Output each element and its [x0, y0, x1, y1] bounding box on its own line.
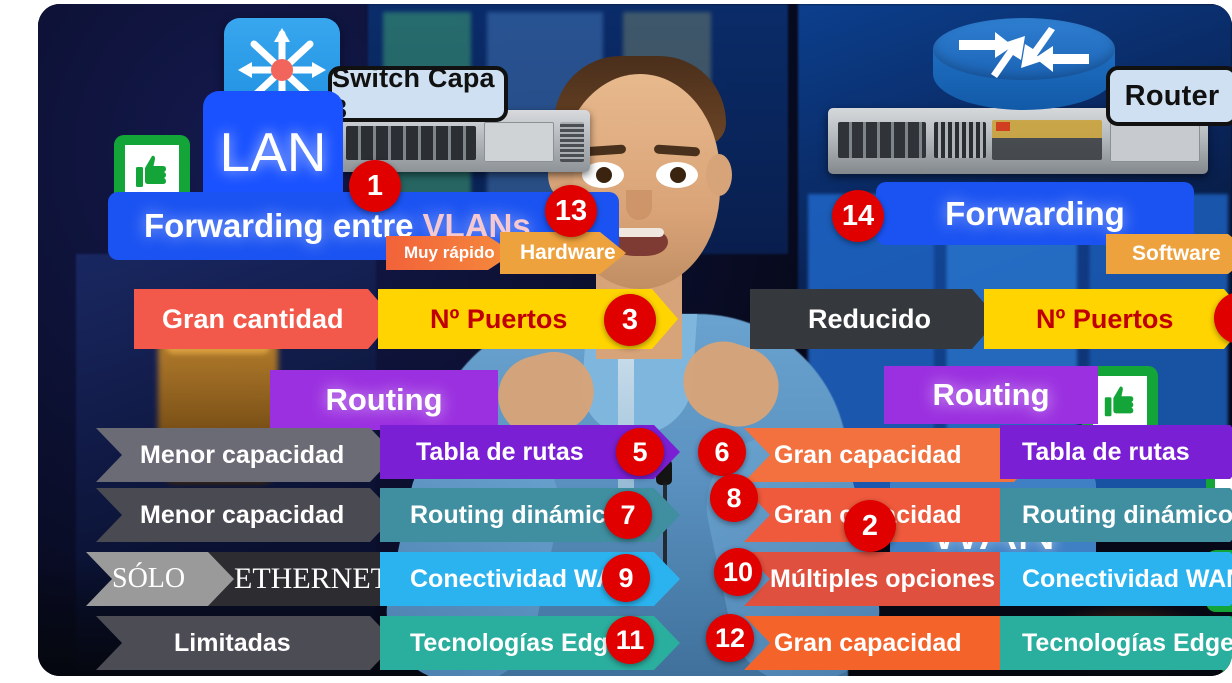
- router-icon: [933, 18, 1115, 128]
- switch-ports: [346, 126, 476, 160]
- step-badge-7[interactable]: 7: [604, 491, 652, 539]
- row-edge-tech-right-label[interactable]: Tecnologías Edge: [1000, 616, 1232, 670]
- forwarding-left-text: Forwarding entre: [144, 207, 414, 244]
- step-badge-14[interactable]: 14: [832, 190, 884, 242]
- presenter-teeth: [616, 228, 664, 237]
- step-badge-12[interactable]: 12: [706, 614, 754, 662]
- row-wan-connectivity-right-value[interactable]: Múltiples opciones: [744, 552, 1040, 606]
- presenter-pupil-left: [596, 167, 612, 183]
- step-badge-1[interactable]: 1: [349, 160, 401, 212]
- router-ports: [838, 122, 926, 158]
- presenter-nose: [626, 190, 652, 220]
- step-badge-9[interactable]: 9: [602, 554, 650, 602]
- row-routing-table-right-value[interactable]: Gran capacidad: [744, 428, 1040, 482]
- switch-vents: [560, 122, 584, 162]
- thumbs-up-glyph: [1104, 386, 1134, 417]
- tag-software[interactable]: Software: [1106, 234, 1232, 274]
- step-badge-2[interactable]: 2: [844, 500, 896, 552]
- router-label-pill[interactable]: Router: [1106, 66, 1232, 126]
- thumbs-up-inner: [125, 145, 179, 197]
- row-routing-table-left-value[interactable]: Menor capacidad: [96, 428, 396, 482]
- routing-header-right[interactable]: Routing: [884, 366, 1098, 424]
- screenshot-stage: Switch Capa 3 Router LAN WAN: [0, 0, 1232, 683]
- row-dynamic-routing-left-value[interactable]: Menor capacidad: [96, 488, 396, 542]
- presenter-ear-right: [706, 154, 732, 196]
- thumbs-up-glyph: [136, 155, 166, 187]
- row-edge-tech-right-value[interactable]: Gran capacidad: [744, 616, 1040, 670]
- thumbs-up-inner: [1093, 376, 1147, 426]
- row-ports-right-label[interactable]: Nº Puertos: [984, 289, 1232, 349]
- router-side-panel: [1110, 120, 1200, 162]
- row-ports-left-value[interactable]: Gran cantidad: [134, 289, 394, 349]
- step-badge-13[interactable]: 13: [545, 185, 597, 237]
- row-dynamic-routing-right-label[interactable]: Routing dinámico: [1000, 488, 1232, 542]
- step-badge-5[interactable]: 5: [616, 428, 664, 476]
- row-wan-connectivity-right-label[interactable]: Conectividad WAN: [1000, 552, 1232, 606]
- routing-header-left[interactable]: Routing: [270, 370, 498, 430]
- switch-label-pill[interactable]: Switch Capa 3: [328, 63, 508, 124]
- step-badge-11[interactable]: 11: [606, 616, 654, 664]
- step-badge-6[interactable]: 6: [698, 428, 746, 476]
- presenter-pupil-right: [670, 167, 686, 183]
- switch-panel: [484, 122, 554, 162]
- step-badge-10[interactable]: 10: [714, 548, 762, 596]
- tag-hardware[interactable]: Hardware: [500, 232, 626, 274]
- step-badge-8[interactable]: 8: [710, 474, 758, 522]
- row-ports-right-value[interactable]: Reducido: [750, 289, 998, 349]
- video-frame[interactable]: Switch Capa 3 Router LAN WAN: [38, 4, 1232, 676]
- row-routing-table-right-label[interactable]: Tabla de rutas: [1000, 425, 1232, 479]
- tag-muy-rapido[interactable]: Muy rápido: [386, 236, 514, 270]
- router-arrows-glyph: [959, 27, 1089, 78]
- step-badge-3[interactable]: 3: [604, 294, 656, 346]
- row-edge-tech-left-value[interactable]: Limitadas: [96, 616, 396, 670]
